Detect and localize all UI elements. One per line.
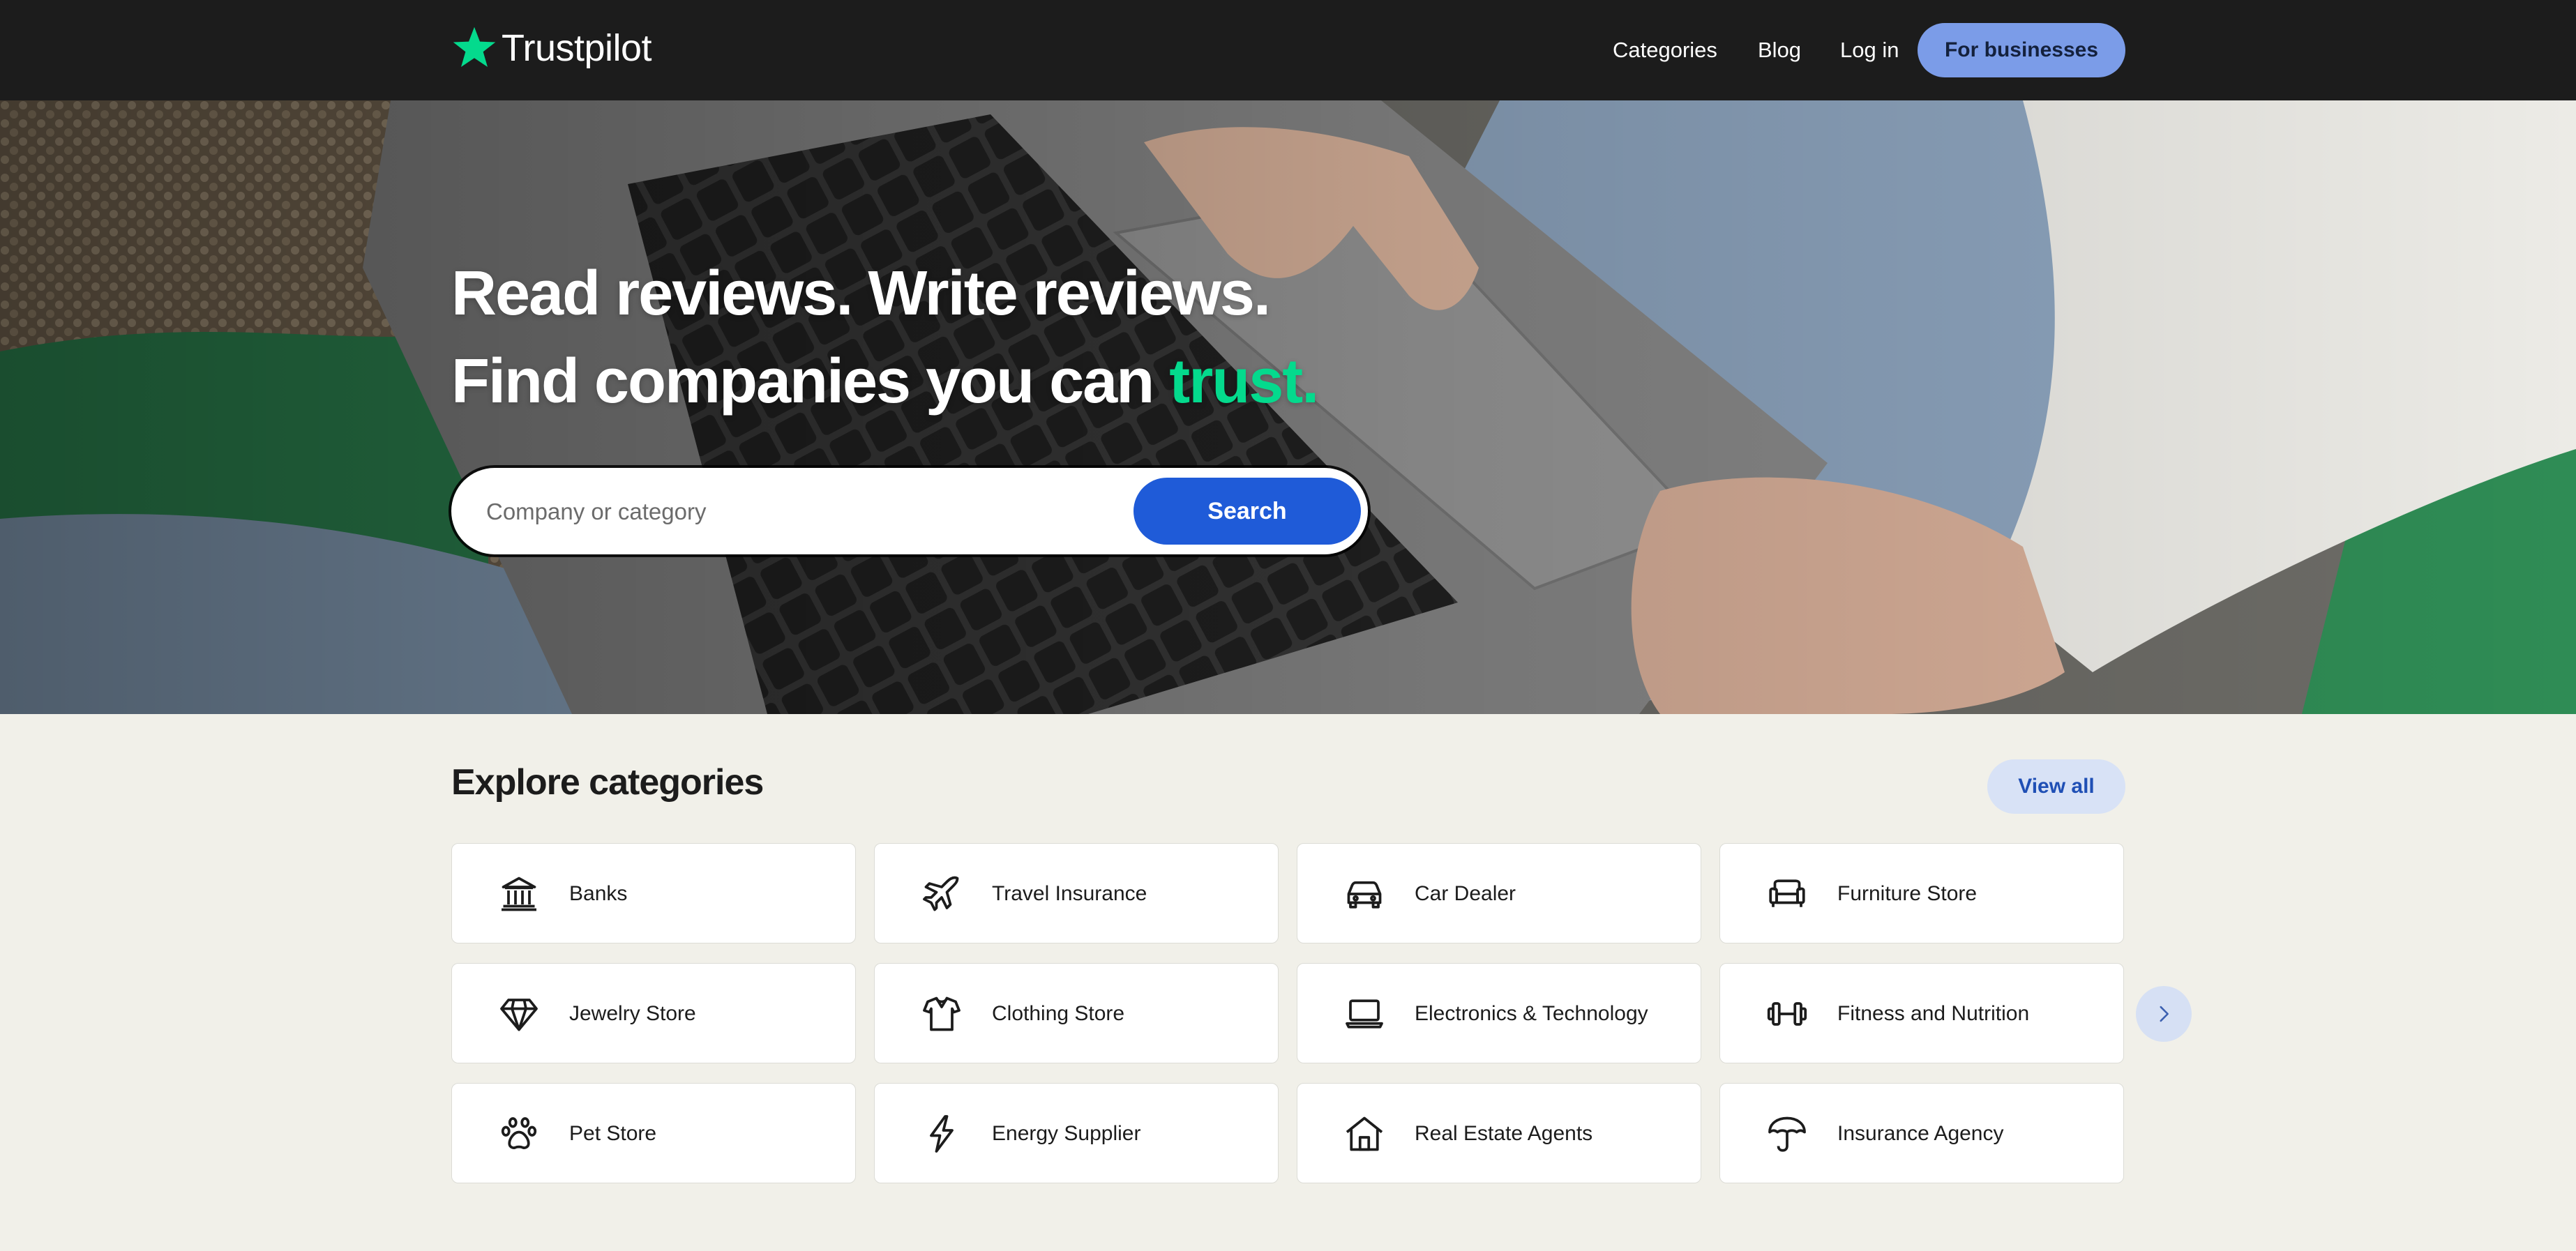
laptop-icon	[1343, 993, 1385, 1035]
hero-headline-prefix: Find companies you can	[451, 347, 1170, 416]
nav-login-link[interactable]: Log in	[1840, 36, 1899, 64]
category-label: Electronics & Technology	[1415, 1002, 1648, 1025]
sofa-icon	[1766, 873, 1808, 915]
hero-headline-accent: trust.	[1169, 347, 1319, 416]
nav-blog-link[interactable]: Blog	[1758, 36, 1801, 64]
category-label: Energy Supplier	[992, 1122, 1141, 1145]
chevron-right-icon	[2160, 1006, 2169, 1022]
category-card-clothing-store[interactable]: Clothing Store	[874, 963, 1279, 1063]
category-label: Pet Store	[569, 1122, 657, 1145]
lightning-icon	[921, 1113, 963, 1155]
search-button[interactable]: Search	[1133, 478, 1361, 545]
category-label: Banks	[569, 882, 628, 905]
category-card-pet-store[interactable]: Pet Store	[451, 1083, 856, 1183]
category-label: Insurance Agency	[1837, 1122, 2004, 1145]
nav-categories-link[interactable]: Categories	[1613, 36, 1717, 64]
search-input[interactable]	[485, 489, 1087, 535]
hero-headline-line2: Find companies you can trust.	[451, 343, 1319, 420]
category-card-banks[interactable]: Banks	[451, 843, 856, 943]
bank-icon	[498, 873, 540, 915]
house-icon	[1343, 1113, 1385, 1155]
category-card-electronics-technology[interactable]: Electronics & Technology	[1297, 963, 1701, 1063]
paw-icon	[498, 1113, 540, 1155]
trustpilot-logo[interactable]: Trustpilot	[451, 22, 652, 74]
category-card-car-dealer[interactable]: Car Dealer	[1297, 843, 1701, 943]
category-card-travel-insurance[interactable]: Travel Insurance	[874, 843, 1279, 943]
top-navbar: Trustpilot Categories Blog Log in For bu…	[0, 0, 2576, 100]
category-card-real-estate-agents[interactable]: Real Estate Agents	[1297, 1083, 1701, 1183]
category-label: Travel Insurance	[992, 882, 1147, 905]
category-card-jewelry-store[interactable]: Jewelry Store	[451, 963, 856, 1063]
hero-headline-line1: Read reviews. Write reviews.	[451, 259, 1271, 328]
shirt-icon	[921, 993, 963, 1035]
view-all-button[interactable]: View all	[1987, 759, 2125, 814]
category-card-energy-supplier[interactable]: Energy Supplier	[874, 1083, 1279, 1183]
car-icon	[1343, 873, 1385, 915]
dumbbell-icon	[1766, 993, 1808, 1035]
section-title: Explore categories	[451, 762, 764, 803]
category-label: Jewelry Store	[569, 1002, 696, 1025]
logo-text: Trustpilot	[502, 27, 652, 69]
category-card-fitness-nutrition[interactable]: Fitness and Nutrition	[1719, 963, 2124, 1063]
umbrella-icon	[1766, 1113, 1808, 1155]
category-card-insurance-agency[interactable]: Insurance Agency	[1719, 1083, 2124, 1183]
hero-banner: Read reviews. Write reviews. Find compan…	[0, 100, 2576, 714]
category-label: Car Dealer	[1415, 882, 1516, 905]
airplane-icon	[921, 873, 963, 915]
for-businesses-button[interactable]: For businesses	[1918, 23, 2125, 77]
category-label: Real Estate Agents	[1415, 1122, 1593, 1145]
category-card-furniture-store[interactable]: Furniture Store	[1719, 843, 2124, 943]
search-bar: Search	[451, 468, 1368, 554]
category-label: Fitness and Nutrition	[1837, 1002, 2030, 1025]
category-label: Clothing Store	[992, 1002, 1125, 1025]
categories-next-button[interactable]	[2136, 986, 2192, 1042]
diamond-icon	[498, 993, 540, 1035]
star-logo-icon	[453, 26, 496, 67]
category-label: Furniture Store	[1837, 882, 1978, 905]
